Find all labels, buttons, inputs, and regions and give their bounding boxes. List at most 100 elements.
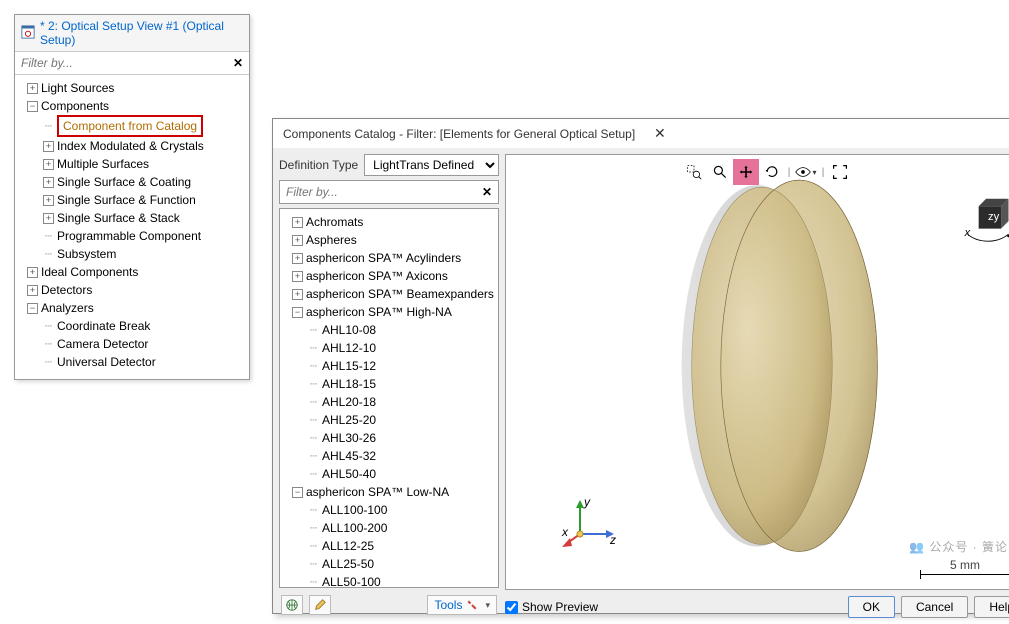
show-preview-checkbox[interactable]: Show Preview	[505, 600, 598, 614]
tree-item-label[interactable]: AHL20-18	[322, 395, 376, 409]
tree-leaf[interactable]: ┄AHL50-40	[292, 465, 496, 483]
tree-branch[interactable]: +Multiple Surfaces	[27, 155, 247, 173]
tree-leaf[interactable]: ┄ALL12-25	[292, 537, 496, 555]
tree-item-label[interactable]: AHL30-26	[322, 431, 376, 445]
tree-item-label[interactable]: ALL12-25	[322, 539, 374, 553]
tree-item-label[interactable]: Single Surface & Coating	[57, 175, 191, 189]
tree-item-label[interactable]: ALL100-200	[322, 521, 387, 535]
tree-item-label[interactable]: Index Modulated & Crystals	[57, 139, 204, 153]
tree-branch[interactable]: +asphericon SPA™ Beamexpanders	[282, 285, 496, 303]
tree-branch[interactable]: +Light Sources	[17, 79, 247, 97]
tree-branch[interactable]: +Ideal Components	[17, 263, 247, 281]
tree-item-label[interactable]: Camera Detector	[57, 337, 148, 351]
tree-item-label[interactable]: AHL15-12	[322, 359, 376, 373]
definition-type-select[interactable]: LightTrans Defined	[364, 154, 499, 176]
tree-leaf[interactable]: ┄AHL25-20	[292, 411, 496, 429]
expand-icon[interactable]: +	[292, 235, 303, 246]
tree-item-label[interactable]: asphericon SPA™ Axicons	[306, 269, 448, 283]
tree-leaf[interactable]: ┄Camera Detector	[27, 335, 247, 353]
tree-branch[interactable]: −asphericon SPA™ Low-NA ┄ALL100-100┄ALL10…	[282, 483, 496, 588]
tree-item-label[interactable]: Component from Catalog	[57, 115, 203, 137]
tools-button[interactable]: Tools ▾	[427, 595, 497, 615]
tree-item-label[interactable]: AHL10-08	[322, 323, 376, 337]
expand-icon[interactable]: +	[27, 267, 38, 278]
expand-icon[interactable]: +	[43, 159, 54, 170]
tree-branch[interactable]: +Index Modulated & Crystals	[27, 137, 247, 155]
tree-branch[interactable]: −Analyzers┄Coordinate Break┄Camera Detec…	[17, 299, 247, 371]
tree-item-label[interactable]: asphericon SPA™ High-NA	[306, 305, 452, 319]
expand-icon[interactable]: +	[292, 289, 303, 300]
tree-item-label[interactable]: AHL12-10	[322, 341, 376, 355]
tree-leaf[interactable]: ┄AHL18-15	[292, 375, 496, 393]
tree-leaf[interactable]: ┄Subsystem	[27, 245, 247, 263]
tree-item-label[interactable]: AHL25-20	[322, 413, 376, 427]
collapse-icon[interactable]: −	[27, 303, 38, 314]
expand-icon[interactable]: +	[43, 177, 54, 188]
tree-item-label[interactable]: Achromats	[306, 215, 363, 229]
tree-leaf[interactable]: ┄Programmable Component	[27, 227, 247, 245]
globe-button[interactable]	[281, 595, 303, 615]
expand-icon[interactable]: +	[292, 271, 303, 282]
tree-leaf[interactable]: ┄ALL100-200	[292, 519, 496, 537]
tree-leaf[interactable]: ┄AHL30-26	[292, 429, 496, 447]
dialog-filter-input[interactable]	[280, 181, 476, 203]
tree-item-label[interactable]: asphericon SPA™ Acylinders	[306, 251, 461, 265]
tree-leaf[interactable]: ┄ALL50-100	[292, 573, 496, 588]
tree-leaf[interactable]: ┄Universal Detector	[27, 353, 247, 371]
clear-filter-button[interactable]: ✕	[227, 52, 249, 74]
tree-branch[interactable]: +Single Surface & Function	[27, 191, 247, 209]
filter-input[interactable]	[15, 52, 227, 74]
tree-branch[interactable]: +Achromats	[282, 213, 496, 231]
tree-item-label[interactable]: Light Sources	[41, 81, 114, 95]
tree-leaf[interactable]: ┄AHL12-10	[292, 339, 496, 357]
collapse-icon[interactable]: −	[27, 101, 38, 112]
tree-item-label[interactable]: asphericon SPA™ Low-NA	[306, 485, 449, 499]
preview-viewport[interactable]: | ▾ | zy x z	[505, 154, 1009, 590]
tree-branch[interactable]: +asphericon SPA™ Axicons	[282, 267, 496, 285]
tree-item-label[interactable]: Single Surface & Function	[57, 193, 196, 207]
expand-icon[interactable]: +	[27, 285, 38, 296]
tree-branch[interactable]: +Detectors	[17, 281, 247, 299]
tree-item-label[interactable]: Detectors	[41, 283, 92, 297]
tree-leaf[interactable]: ┄Component from Catalog	[27, 115, 247, 137]
cancel-button[interactable]: Cancel	[901, 596, 968, 618]
show-preview-input[interactable]	[505, 601, 518, 614]
expand-icon[interactable]: +	[43, 195, 54, 206]
close-icon[interactable]: ✕	[654, 125, 1009, 142]
expand-icon[interactable]: +	[27, 83, 38, 94]
tree-leaf[interactable]: ┄AHL10-08	[292, 321, 496, 339]
tree-item-label[interactable]: Universal Detector	[57, 355, 156, 369]
tree-item-label[interactable]: Aspheres	[306, 233, 357, 247]
tree-item-label[interactable]: Subsystem	[57, 247, 116, 261]
dialog-clear-filter-button[interactable]: ✕	[476, 181, 498, 203]
tree-item-label[interactable]: Analyzers	[41, 301, 94, 315]
tree-item-label[interactable]: AHL45-32	[322, 449, 376, 463]
tree-branch[interactable]: +Single Surface & Coating	[27, 173, 247, 191]
edit-button[interactable]	[309, 595, 331, 615]
tree-item-label[interactable]: ALL100-100	[322, 503, 387, 517]
tree-item-label[interactable]: Multiple Surfaces	[57, 157, 149, 171]
collapse-icon[interactable]: −	[292, 487, 303, 498]
expand-icon[interactable]: +	[43, 141, 54, 152]
expand-icon[interactable]: +	[292, 253, 303, 264]
tree-leaf[interactable]: ┄ALL100-100	[292, 501, 496, 519]
tree-leaf[interactable]: ┄AHL20-18	[292, 393, 496, 411]
tree-item-label[interactable]: AHL50-40	[322, 467, 376, 481]
tree-branch[interactable]: +Aspheres	[282, 231, 496, 249]
tree-branch[interactable]: −Components┄Component from Catalog+Index…	[17, 97, 247, 263]
expand-icon[interactable]: +	[292, 217, 303, 228]
tree-item-label[interactable]: Ideal Components	[41, 265, 138, 279]
tree-leaf[interactable]: ┄ALL25-50	[292, 555, 496, 573]
tree-branch[interactable]: +Single Surface & Stack	[27, 209, 247, 227]
ok-button[interactable]: OK	[848, 596, 895, 618]
tree-branch[interactable]: −asphericon SPA™ High-NA ┄AHL10-08┄AHL12-…	[282, 303, 496, 483]
tree-leaf[interactable]: ┄AHL45-32	[292, 447, 496, 465]
tree-branch[interactable]: +asphericon SPA™ Acylinders	[282, 249, 496, 267]
tree-item-label[interactable]: ALL25-50	[322, 557, 374, 571]
tree-item-label[interactable]: asphericon SPA™ Beamexpanders	[306, 287, 494, 301]
tree-item-label[interactable]: Coordinate Break	[57, 319, 150, 333]
collapse-icon[interactable]: −	[292, 307, 303, 318]
expand-icon[interactable]: +	[43, 213, 54, 224]
tree-item-label[interactable]: Programmable Component	[57, 229, 201, 243]
tree-item-label[interactable]: Components	[41, 99, 109, 113]
